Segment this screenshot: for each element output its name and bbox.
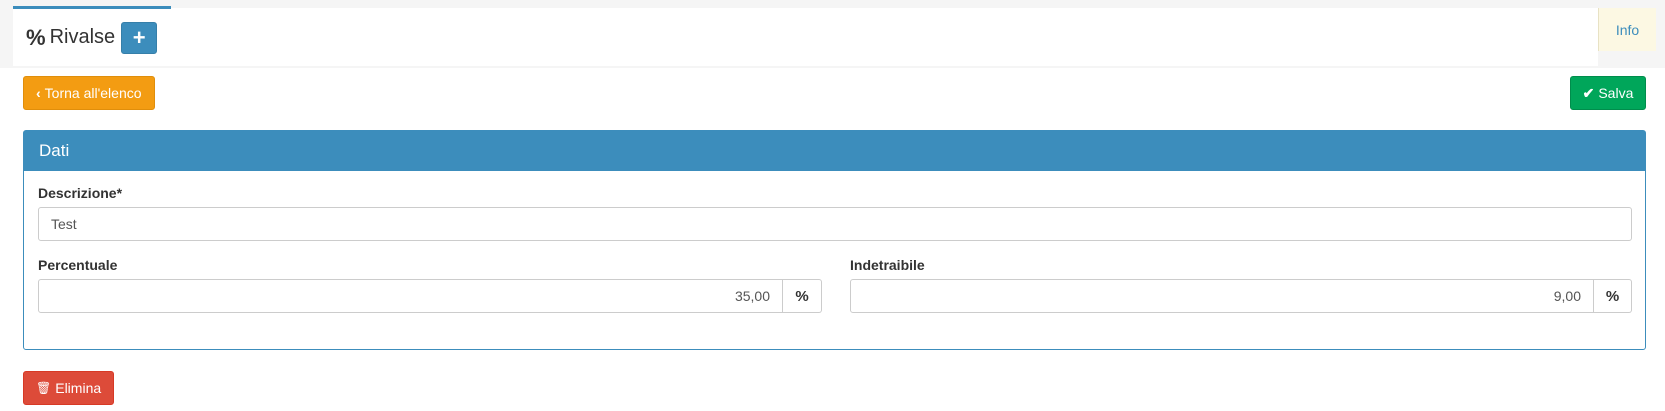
back-to-list-label: Torna all'elenco [44,85,142,101]
top-bar: % Rivalse + Info [0,0,1665,68]
tab-rivalse[interactable]: % Rivalse + [13,6,171,66]
check-icon: ✔ [1582,84,1595,101]
back-to-list-button[interactable]: ‹ Torna all'elenco [23,76,155,110]
descrizione-input[interactable]: Test [38,207,1632,241]
save-button[interactable]: ✔ Salva [1570,76,1646,110]
descrizione-label: Descrizione* [38,185,123,201]
indetraibile-percent-addon: % [1594,279,1632,313]
indetraibile-label: Indetraibile [850,257,925,273]
delete-button[interactable]: 🗑 Elimina [23,371,115,405]
percentuale-label: Percentuale [38,257,118,273]
percentuale-input[interactable]: 35,00 [38,279,783,313]
percentuale-percent-addon: % [783,279,822,313]
data-panel: Dati Descrizione* Test Percentuale 35,00… [23,130,1646,350]
trash-icon: 🗑 [36,381,52,395]
add-button[interactable]: + [121,21,158,54]
save-label: Salva [1598,85,1634,101]
page-title: Rivalse [49,26,116,48]
panel-title: Dati [24,131,1645,171]
percent-icon: % [26,24,46,50]
chevron-left-icon: ‹ [36,85,41,101]
tab-info[interactable]: Info [1598,8,1656,51]
tab-bar-background [171,8,1598,66]
plus-icon: + [132,24,146,50]
delete-label: Elimina [55,380,102,396]
indetraibile-input[interactable]: 9,00 [850,279,1594,313]
